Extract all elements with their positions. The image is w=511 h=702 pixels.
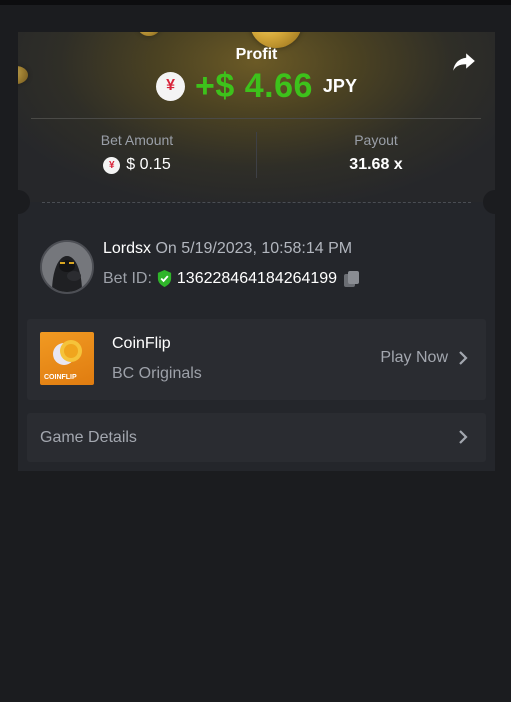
user-avatar-icon [42,242,92,292]
share-arrow-icon[interactable] [451,48,477,74]
payout-block: Payout 31.68 x [257,132,495,174]
profit-header: Profit ¥ +$ 4.66 JPY Bet Amount ¥ $ 0.15… [18,32,495,202]
game-panel[interactable]: COINFLIP CoinFlip BC Originals Play Now [27,319,486,400]
payout-label: Payout [354,132,398,148]
avatar[interactable] [40,240,94,294]
decor-coin [138,32,160,36]
user-name[interactable]: Lord⁥sx [103,240,151,257]
copy-icon[interactable] [343,270,361,288]
ticket-notch-right [483,190,495,214]
yen-coin-icon: ¥ [156,71,186,101]
profit-label: Profit [235,46,278,63]
bet-detail-card: Profit ¥ +$ 4.66 JPY Bet Amount ¥ $ 0.15… [18,32,495,471]
game-details-row[interactable]: Game Details [27,413,486,462]
chevron-right-icon [459,351,468,365]
profit-value: +$ 4.66 [195,66,313,105]
play-now-button[interactable]: Play Now [380,349,468,367]
header-divider [31,118,481,119]
game-details-label: Game Details [40,429,137,446]
ticket-dashed-divider [42,202,471,203]
bet-amount-block: Bet Amount ¥ $ 0.15 [18,132,256,174]
profit-row: ¥ +$ 4.66 JPY [18,66,495,106]
bet-id-line: Bet ID: 136228464184264199 [103,269,361,288]
yen-coin-icon: ¥ [103,156,121,174]
top-strip [0,0,511,5]
chevron-right-icon [459,430,468,444]
game-title: CoinFlip [112,335,171,352]
bet-id-label: Bet ID: [103,269,152,287]
user-line: Lord⁥sx On 5/19/2023, 10:58:14 PM [103,240,352,258]
game-thumbnail-label: COINFLIP [44,374,77,381]
payout-value: 31.68 x [349,156,403,173]
verified-shield-icon [157,270,172,287]
bet-date: On 5/19/2023, 10:58:14 PM [155,240,353,257]
bet-amount-label: Bet Amount [100,132,174,148]
game-subtitle: BC Originals [112,365,202,382]
game-thumbnail[interactable]: COINFLIP [40,332,94,385]
profit-currency: JPY [322,75,357,96]
play-now-label: Play Now [380,349,448,366]
bet-id-value: 136228464184264199 [176,269,338,287]
bet-amount-row: ¥ $ 0.15 [18,156,256,174]
bet-amount-value: $ 0.15 [126,156,171,173]
